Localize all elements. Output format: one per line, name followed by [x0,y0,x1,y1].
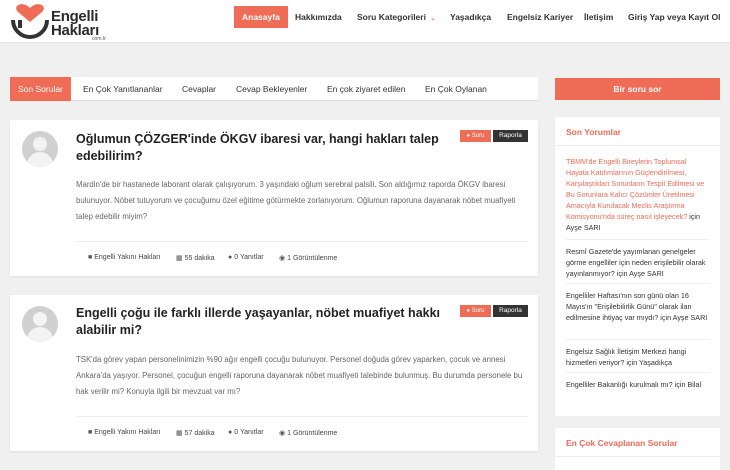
question-title[interactable]: Engelli çoğu ile farklı illerde yaşayanl… [76,305,446,339]
comment-link[interactable]: Engelliler Bakanlığı kurulmalı mı? [566,380,673,389]
folder-icon: ■ [88,254,93,261]
calendar-icon: ▦ [176,430,183,437]
question-body: TSK'da görev yapan personelinimizin %90 … [76,355,523,396]
avatar[interactable] [22,131,58,167]
divider [566,372,709,373]
meta-time-label: 55 dakika [184,255,215,262]
divider [566,339,709,340]
recent-comments-widget: Son Yorumlar TBMM'de Engelli Bireylerin … [555,117,720,416]
comment-item: Engelsiz Sağlık İletişim Merkezi hangi h… [566,346,709,368]
site-logo[interactable]: Engelli Hakları com.tr [10,2,106,42]
comment-link[interactable]: TBMM'de Engelli Bireylerin Toplumsal Hay… [566,157,704,221]
meta-views: ◉ 1 Görüntülenme [279,429,337,437]
tab-en-cok-oylanan[interactable]: En Çok Oylanan [425,77,487,101]
meta-answers[interactable]: ● 0 Yanıtlar [228,254,264,261]
tab-en-cok-yanitlananlar[interactable]: En Çok Yanıtlananlar [83,77,163,101]
question-tabs: Son Sorular En Çok Yanıtlananlar Cevapla… [10,77,538,101]
nav-yasadikca[interactable]: Yaşadıkça [450,6,491,28]
comment-item: Resmî Gazete'de yayımlanan genelgeler gö… [566,246,709,279]
divider [555,456,720,457]
question-card: Oğlumun ÇÖZGER'inde ÖKGV ibaresi var, ha… [10,120,538,276]
meta-views: ◉ 1 Görüntülenme [279,254,337,262]
divider [566,283,709,284]
widget-title: En Çok Cevaplanan Sorular [566,438,678,448]
folder-icon: ■ [88,429,93,436]
tab-cevaplar[interactable]: Cevaplar [182,77,216,101]
soru-badge[interactable]: ● Soru [460,130,491,142]
meta-category-label: Engelli Yakını Hakları [94,429,161,436]
meta-category-label: Engelli Yakını Hakları [94,254,161,261]
meta-views-label: 1 Görüntülenme [287,255,338,262]
meta-category[interactable]: ■ Engelli Yakını Hakları [88,254,161,261]
tab-en-cok-ziyaret[interactable]: En çok ziyaret edilen [327,77,405,101]
nav-anasayfa[interactable]: Anasayfa [234,6,288,28]
tab-cevap-bekleyenler[interactable]: Cevap Bekleyenler [236,77,307,101]
nav-iletisim[interactable]: İletişim [584,6,613,28]
meta-time: ▦ 57 dakika [176,429,215,437]
tab-son-sorular[interactable]: Son Sorular [10,77,71,101]
divider [76,416,528,417]
divider [76,241,528,242]
nav-engelsiz-kariyer[interactable]: Engelsiz Kariyer [507,6,573,28]
nav-giris-kayit[interactable]: Giriş Yap veya Kayıt Ol [628,6,720,28]
divider [555,145,720,146]
site-header: Engelli Hakları com.tr Anasayfa Hakkımız… [0,0,730,43]
comment-item: TBMM'de Engelli Bireylerin Toplumsal Hay… [566,156,709,233]
avatar[interactable] [22,306,58,342]
comment-item: Engelliler Haftası'nın son günü olan 16 … [566,290,709,323]
meta-answers-label: 0 Yanıtlar [234,254,264,261]
widget-title: Son Yorumlar [566,127,621,137]
eye-icon: ◉ [279,255,286,262]
comment-author: için Bilal [674,380,702,389]
question-card: Engelli çoğu ile farklı illerde yaşayanl… [10,295,538,451]
soru-badge-label: Soru [471,308,485,314]
info-circle-icon: ● [466,133,471,139]
meta-category[interactable]: ■ Engelli Yakını Hakları [88,429,161,436]
comment-author: için Yaşadıkça [626,358,673,367]
meta-views-label: 1 Görüntülenme [287,430,338,437]
comment-author: için Ayşe SARI [660,313,708,322]
ask-question-button[interactable]: Bir soru sor [555,78,720,100]
logo-sub: com.tr [92,36,106,42]
soru-badge-label: Soru [471,133,485,139]
most-answered-widget: En Çok Cevaplanan Sorular [555,428,720,470]
divider [566,239,709,240]
meta-time-label: 57 dakika [184,430,215,437]
meta-answers-label: 0 Yanıtlar [234,429,264,436]
nav-soru-kategorileri-label: Soru Kategorileri [357,12,426,22]
chevron-down-icon: ⌄ [429,15,436,22]
meta-answers[interactable]: ● 0 Yanıtlar [228,429,264,436]
report-button[interactable]: Raporla [493,130,528,142]
nav-hakkimizda[interactable]: Hakkımızda [295,6,342,28]
calendar-icon: ▦ [176,255,183,262]
comment-author: için Ayşe SARI [616,269,664,278]
comments-icon: ● [228,429,233,436]
eye-icon: ◉ [279,430,286,437]
info-circle-icon: ● [466,308,471,314]
question-title[interactable]: Oğlumun ÇÖZGER'inde ÖKGV ibaresi var, ha… [76,131,446,165]
comments-icon: ● [228,254,233,261]
nav-soru-kategorileri[interactable]: Soru Kategorileri ⌄ [357,6,436,28]
soru-badge[interactable]: ● Soru [460,305,491,317]
question-body: Mardin'de bir hastanede laborant olarak … [76,180,516,221]
comment-item: Engelliler Bakanlığı kurulmalı mı? için … [566,379,709,390]
report-button[interactable]: Raporla [493,305,528,317]
meta-time: ▦ 55 dakika [176,254,215,262]
